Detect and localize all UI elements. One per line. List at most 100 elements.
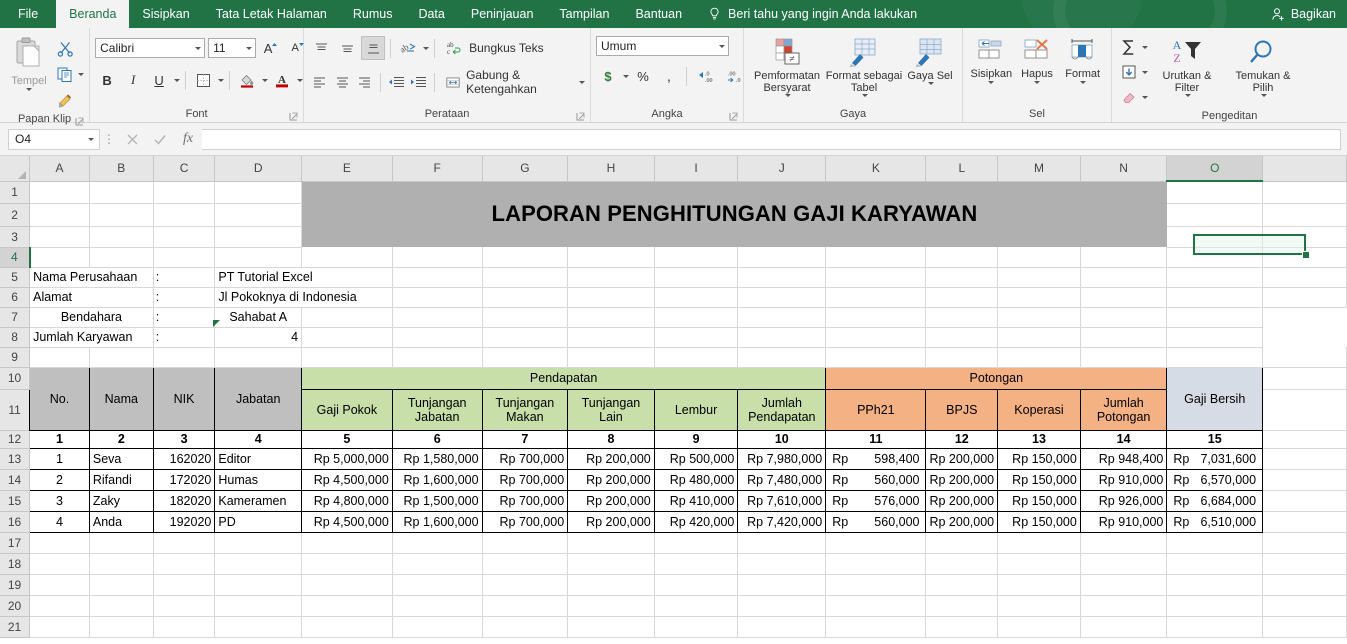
cell-n4[interactable]: [1080, 247, 1168, 268]
colnum-15[interactable]: 15: [1166, 429, 1264, 449]
info-sep-employees[interactable]: :: [153, 327, 216, 348]
cell-b20[interactable]: [89, 595, 154, 617]
cell-nama[interactable]: Rifandi: [88, 468, 154, 491]
cell-a9[interactable]: [29, 347, 90, 368]
cell-f19[interactable]: [392, 574, 483, 596]
cell-b1[interactable]: [89, 181, 154, 204]
cell-styles-button[interactable]: Gaya Sel: [903, 34, 957, 85]
cell-m5[interactable]: [997, 267, 1081, 288]
cell-i19[interactable]: [654, 574, 739, 596]
colnum-2[interactable]: 2: [88, 429, 154, 449]
info-label-address[interactable]: Alamat: [29, 287, 154, 308]
cell-b19[interactable]: [89, 574, 154, 596]
cell-o9[interactable]: [1166, 347, 1264, 368]
cell-g21[interactable]: [482, 616, 569, 638]
table-header-jumlah-pendapatan[interactable]: Jumlah Pendapatan: [737, 388, 827, 431]
insert-function-button[interactable]: fx: [174, 128, 202, 150]
cell-g7[interactable]: [392, 307, 483, 328]
sort-filter-button[interactable]: A Z Urutkan & Filter: [1150, 34, 1224, 97]
tab-beranda[interactable]: Beranda: [56, 0, 130, 28]
cell-gaji-pokok[interactable]: Rp 4,800,000: [301, 489, 393, 512]
cell-d3[interactable]: [214, 226, 303, 248]
cell-p19[interactable]: [1262, 574, 1347, 596]
row-header-20[interactable]: 20: [0, 595, 31, 617]
clear-chevron-down-icon[interactable]: [1142, 95, 1148, 99]
cancel-button[interactable]: [118, 128, 146, 150]
column-header-e[interactable]: E: [301, 156, 393, 182]
cell-jumlah-pendapatan[interactable]: Rp 7,420,000: [737, 510, 827, 533]
cell-l19[interactable]: [925, 574, 999, 596]
tab-file[interactable]: File: [0, 0, 56, 28]
colnum-8[interactable]: 8: [567, 429, 655, 449]
cell-c21[interactable]: [153, 616, 216, 638]
row-header-11[interactable]: 11: [0, 389, 31, 431]
cell-g6[interactable]: [482, 287, 569, 308]
paste-chevron-down-icon[interactable]: [26, 88, 32, 91]
cell-f21[interactable]: [392, 616, 483, 638]
cell-a21[interactable]: [29, 616, 90, 638]
colnum-9[interactable]: 9: [653, 429, 739, 449]
cell-i7[interactable]: [567, 307, 655, 328]
cell-tunjangan-lain[interactable]: Rp 200,000: [567, 489, 655, 512]
column-header-d[interactable]: D: [214, 156, 303, 182]
row-header-14[interactable]: 14: [0, 469, 31, 491]
font-dialog-launcher-icon[interactable]: [289, 112, 298, 121]
align-left-button[interactable]: [309, 70, 330, 94]
cell-g4[interactable]: [482, 247, 569, 268]
name-box-chevron-down-icon[interactable]: [81, 137, 99, 141]
cell-o18[interactable]: [1166, 553, 1264, 575]
cell-f6[interactable]: [392, 287, 483, 308]
cell-j5[interactable]: [737, 267, 827, 288]
cell-m17[interactable]: [997, 531, 1081, 554]
cell-o17[interactable]: [1166, 531, 1264, 554]
cell-tunjangan-makan[interactable]: Rp 700,000: [481, 468, 569, 491]
row-header-2[interactable]: 2: [0, 203, 31, 227]
row-header-8[interactable]: 8: [0, 327, 31, 348]
tab-bantuan[interactable]: Bantuan: [622, 0, 695, 28]
cell-p11[interactable]: [1262, 389, 1347, 431]
cell-l18[interactable]: [925, 553, 999, 575]
cell-h19[interactable]: [567, 574, 655, 596]
font-color-chevron-down-icon[interactable]: [297, 78, 304, 82]
formula-bar-grip[interactable]: ⋮: [100, 133, 118, 145]
cell-gaji-bersih[interactable]: Rp 6,684,000: [1166, 489, 1264, 512]
cell-l17[interactable]: [925, 531, 999, 554]
cell-no[interactable]: 2: [29, 468, 90, 491]
cell-i21[interactable]: [654, 616, 739, 638]
cell-nik[interactable]: 192020: [152, 510, 216, 533]
align-center-button[interactable]: [332, 70, 353, 94]
currency-format-button[interactable]: $: [596, 64, 620, 88]
cell-l4[interactable]: [925, 247, 999, 268]
column-header-c[interactable]: C: [153, 156, 216, 182]
table-header-tunjangan-makan[interactable]: Tunjangan Makan: [481, 388, 569, 431]
cell-tunjangan-makan[interactable]: Rp 700,000: [481, 510, 569, 533]
cell-b21[interactable]: [89, 616, 154, 638]
cell-m7[interactable]: [925, 307, 999, 328]
table-header-nik[interactable]: NIK: [152, 366, 216, 431]
cell-pph21[interactable]: Rp 560,000: [825, 510, 927, 533]
cell-gaji-pokok[interactable]: Rp 4,500,000: [301, 510, 393, 533]
column-header-g[interactable]: G: [482, 156, 569, 182]
cell-p6[interactable]: [1262, 287, 1347, 308]
cell-f7[interactable]: [301, 307, 393, 328]
row-header-5[interactable]: 5: [0, 267, 31, 288]
colnum-4[interactable]: 4: [214, 429, 303, 449]
row-header-10[interactable]: 10: [0, 367, 31, 390]
column-header-p[interactable]: [1262, 156, 1347, 182]
colnum-1[interactable]: 1: [29, 429, 90, 449]
cell-p16[interactable]: [1262, 511, 1347, 533]
cell-o1[interactable]: [1166, 181, 1264, 204]
cell-k4[interactable]: [825, 247, 927, 268]
cell-p3[interactable]: [1262, 226, 1347, 248]
select-all-corner[interactable]: [0, 156, 31, 182]
row-header-15[interactable]: 15: [0, 490, 31, 512]
info-sep-address[interactable]: :: [153, 287, 216, 308]
cell-b4[interactable]: [89, 247, 154, 268]
formula-input[interactable]: [202, 128, 1341, 150]
fill-handle[interactable]: [1302, 251, 1310, 259]
cell-m19[interactable]: [997, 574, 1081, 596]
cell-b2[interactable]: [89, 203, 154, 227]
cell-no[interactable]: 3: [29, 489, 90, 512]
cell-lembur[interactable]: Rp 500,000: [653, 447, 739, 470]
cell-h21[interactable]: [567, 616, 655, 638]
